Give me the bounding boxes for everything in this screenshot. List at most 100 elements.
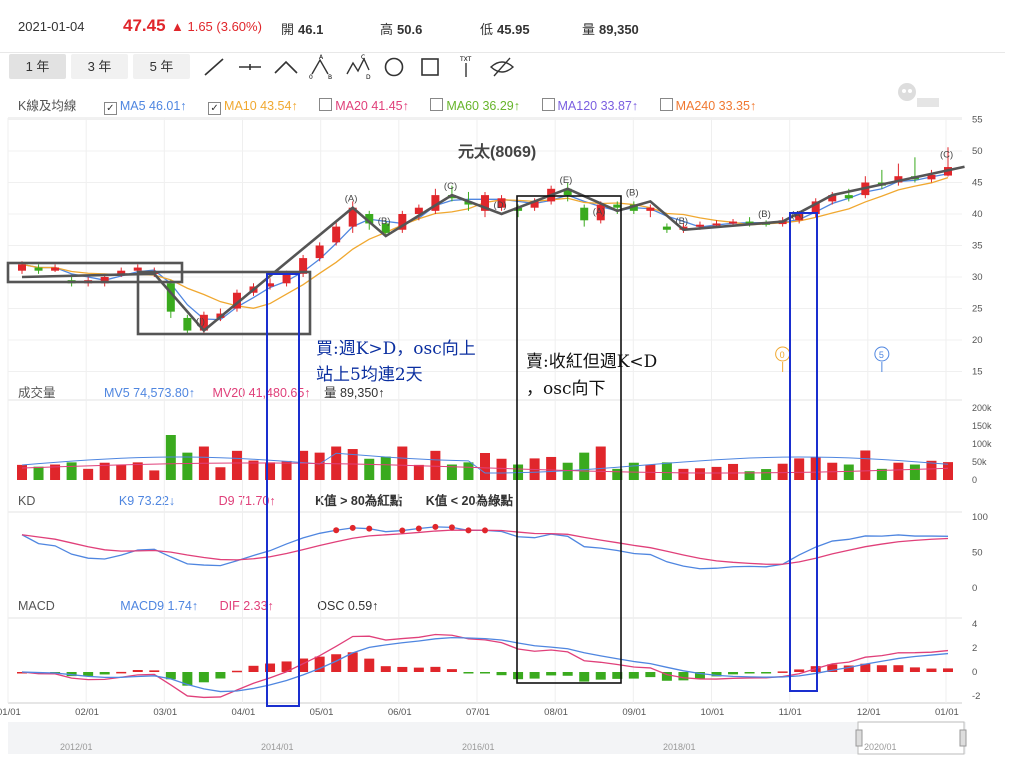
x-tick-label: 02/01 xyxy=(75,707,99,718)
volume-tick-label: 0 xyxy=(972,475,977,485)
d9-line xyxy=(21,529,949,565)
x-tick-label: 07/01 xyxy=(466,707,490,718)
volume-bar xyxy=(380,456,391,480)
price-tick-label: 45 xyxy=(972,178,983,189)
buy-signal-box-2 xyxy=(789,212,818,692)
volume-bar xyxy=(661,462,672,480)
volume-tick-label: 150k xyxy=(972,421,992,431)
price-tick-label: 55 xyxy=(972,115,983,126)
kd-overbought-dot xyxy=(465,527,472,534)
volume-tick-label: 200k xyxy=(972,403,992,413)
macd-tick-label: 0 xyxy=(972,667,977,678)
wave-label: (C) xyxy=(940,150,953,161)
price-tick-label: 25 xyxy=(972,304,983,315)
wave-label: (A) xyxy=(791,209,804,220)
macd-tick-label: 4 xyxy=(972,619,977,630)
osc-bar xyxy=(231,670,242,673)
osc-bar xyxy=(794,669,805,672)
volume-bar xyxy=(66,462,77,480)
x-tick-label: 05/01 xyxy=(310,707,334,718)
price-tick-label: 40 xyxy=(972,209,983,220)
candle-body xyxy=(662,226,671,230)
wave-label: (I) xyxy=(196,317,205,328)
volume-bar xyxy=(463,462,474,480)
osc-bar xyxy=(198,672,209,683)
wave-label: (D) xyxy=(494,200,507,211)
volume-tick-label: 100k xyxy=(972,439,992,449)
event-marker-label: 0 xyxy=(780,350,785,360)
x-tick-label: 10/01 xyxy=(701,707,725,718)
candle-body xyxy=(282,273,291,284)
x-tick-label: 01/01 xyxy=(935,707,959,718)
navigator-label: 2016/01 xyxy=(462,742,495,752)
osc-bar xyxy=(132,670,143,672)
volume-bar xyxy=(430,450,441,480)
volume-bar xyxy=(562,462,573,480)
volume-bar xyxy=(810,456,821,480)
volume-bar xyxy=(281,460,292,480)
osc-bar xyxy=(529,672,540,679)
osc-bar xyxy=(562,672,573,676)
volume-bar xyxy=(149,470,160,480)
volume-bar xyxy=(843,464,854,480)
candle-body xyxy=(18,264,26,271)
osc-bar xyxy=(446,669,457,672)
osc-bar xyxy=(413,667,424,672)
wave-label: (B) xyxy=(758,209,771,220)
osc-bar xyxy=(99,672,110,675)
volume-bar xyxy=(595,446,606,480)
volume-bar xyxy=(943,462,953,480)
price-tick-label: 35 xyxy=(972,241,983,252)
macd9-line xyxy=(21,636,949,693)
volume-bar xyxy=(893,462,904,480)
wave-label: (C) xyxy=(444,181,457,192)
candle-body xyxy=(613,204,622,208)
kd-overbought-dot xyxy=(333,527,340,534)
candle-body xyxy=(695,224,704,227)
chart-title: 元太(8069) xyxy=(458,142,536,161)
volume-bar xyxy=(546,456,557,480)
volume-bar xyxy=(909,464,920,480)
osc-bar xyxy=(513,672,524,680)
osc-bar xyxy=(909,667,920,672)
volume-bar xyxy=(33,466,44,480)
wave-label: (B) xyxy=(378,216,391,227)
candle-body xyxy=(315,245,324,259)
volume-bar xyxy=(728,463,739,480)
volume-bar xyxy=(17,464,27,480)
osc-bar xyxy=(116,671,127,674)
volume-bar xyxy=(761,469,772,480)
buy-rule-annotation-line2: 站上5均連2天 xyxy=(316,365,423,385)
osc-bar xyxy=(893,665,904,672)
wave-label: (E) xyxy=(560,175,573,186)
volume-bar xyxy=(579,452,590,480)
osc-bar xyxy=(380,666,391,672)
kd-overbought-dot xyxy=(448,524,455,531)
macd-tick-label: -2 xyxy=(972,691,980,702)
volume-bar xyxy=(116,464,127,480)
kd-overbought-dot xyxy=(432,523,439,530)
osc-bar xyxy=(463,672,474,674)
osc-bar xyxy=(430,666,441,672)
buy-signal-box xyxy=(266,273,300,707)
candle-body xyxy=(729,221,738,224)
osc-bar xyxy=(628,672,639,679)
osc-bar xyxy=(496,672,507,676)
macd-tick-label: 2 xyxy=(972,643,977,654)
kd-overbought-dot xyxy=(366,525,373,532)
x-tick-label: 01/01 xyxy=(0,707,21,718)
navigator-label: 2018/01 xyxy=(663,742,696,752)
stock-chart[interactable]: 01/01 02/01 03/01 04/01 05/01 06/01 07/01 08/01… xyxy=(0,0,1011,769)
osc-bar xyxy=(926,668,937,672)
kd-tick-label: 100 xyxy=(972,512,988,523)
x-tick-label: 04/01 xyxy=(232,707,256,718)
volume-bar xyxy=(496,458,507,480)
price-tick-label: 15 xyxy=(972,367,983,378)
osc-bar xyxy=(149,670,160,672)
x-tick-label: 11/01 xyxy=(779,707,802,718)
candle-body xyxy=(844,195,853,199)
kd-overbought-dot xyxy=(482,527,488,534)
osc-bar xyxy=(645,672,656,678)
volume-bar xyxy=(480,453,490,480)
volume-bar xyxy=(694,468,705,480)
